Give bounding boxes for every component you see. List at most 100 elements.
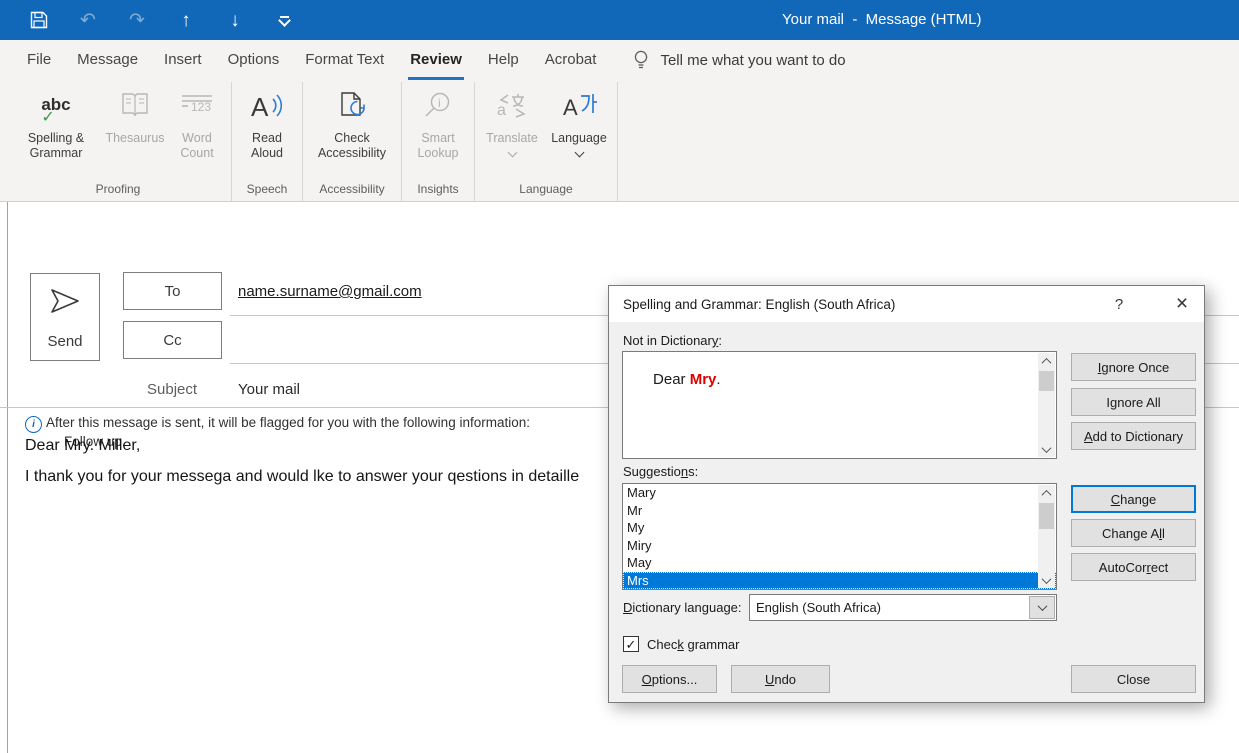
svg-text:A: A bbox=[563, 95, 578, 120]
check-accessibility-button[interactable]: Check Accessibility bbox=[307, 82, 397, 182]
save-button[interactable] bbox=[28, 9, 50, 31]
word-count-button[interactable]: 123 Word Count bbox=[167, 82, 227, 182]
scrollbar-thumb[interactable] bbox=[1039, 503, 1054, 529]
suggestions-label: Suggestions: bbox=[623, 464, 698, 479]
spelling-grammar-icon: abc ✓ bbox=[41, 89, 70, 131]
save-icon bbox=[29, 10, 49, 30]
scroll-down-button[interactable] bbox=[1038, 572, 1055, 588]
change-all-button[interactable]: Change All bbox=[1071, 519, 1196, 547]
scrollbar-thumb[interactable] bbox=[1039, 371, 1054, 391]
subject-label: Subject bbox=[147, 381, 197, 398]
label-text: Suggestio bbox=[623, 464, 681, 479]
button-text: AutoCor bbox=[1099, 560, 1147, 575]
options-button[interactable]: Options... bbox=[622, 665, 717, 693]
label-text: grammar bbox=[684, 637, 740, 652]
suggestion-item-selected[interactable]: Mrs bbox=[623, 572, 1056, 590]
sentence-text: Dear bbox=[653, 371, 690, 388]
ribbon-group-accessibility: Check Accessibility Accessibility bbox=[303, 82, 402, 201]
svg-text:123: 123 bbox=[191, 100, 211, 114]
button-label: Spelling & bbox=[28, 131, 84, 146]
tab-acrobat[interactable]: Acrobat bbox=[532, 40, 610, 80]
button-text: hange bbox=[1120, 492, 1156, 507]
customize-qat-button[interactable] bbox=[273, 9, 295, 31]
send-button[interactable]: Send bbox=[30, 273, 100, 361]
button-label: Read bbox=[252, 131, 282, 146]
dropdown-button[interactable] bbox=[1029, 596, 1055, 619]
button-text: ect bbox=[1151, 560, 1168, 575]
button-text: nore All bbox=[1117, 395, 1160, 410]
ignore-once-button[interactable]: Ignore Once bbox=[1071, 353, 1196, 381]
dialog-help-button[interactable]: ? bbox=[1104, 286, 1134, 322]
undo-button-dialog[interactable]: Undo bbox=[731, 665, 830, 693]
scroll-up-button[interactable] bbox=[1038, 485, 1055, 501]
suggestions-scrollbar[interactable] bbox=[1038, 485, 1055, 588]
close-button[interactable]: Close bbox=[1071, 665, 1196, 693]
chevron-down-icon bbox=[1042, 443, 1052, 453]
tell-me-box[interactable]: Tell me what you want to do bbox=[633, 49, 845, 71]
suggestion-item[interactable]: Mr bbox=[623, 502, 1056, 520]
thesaurus-button[interactable]: Thesaurus bbox=[103, 82, 167, 182]
tab-file[interactable]: File bbox=[14, 40, 64, 80]
subject-value[interactable]: Your mail bbox=[238, 381, 300, 398]
ignore-all-button[interactable]: Ignore All bbox=[1071, 388, 1196, 416]
ribbon-group-language: a Translate A Language Language bbox=[475, 82, 618, 201]
button-label: Grammar bbox=[30, 146, 83, 161]
button-label: Word bbox=[182, 131, 212, 146]
scroll-up-button[interactable] bbox=[1038, 353, 1055, 369]
label-text: Not in Dictionar bbox=[623, 333, 712, 348]
smart-lookup-icon: i bbox=[423, 89, 453, 131]
label-text: Chec bbox=[647, 637, 677, 652]
ribbon-group-speech: A Read Aloud Speech bbox=[232, 82, 303, 201]
ribbon-group-proofing: abc ✓ Spelling & Grammar Thesaurus 123 bbox=[5, 82, 232, 201]
dropdown-selected-value: English (South Africa) bbox=[756, 600, 881, 615]
undo-button[interactable]: ↶ bbox=[77, 9, 99, 31]
read-aloud-icon: A bbox=[249, 89, 285, 131]
tab-insert[interactable]: Insert bbox=[151, 40, 215, 80]
label-mnemonic: n bbox=[681, 464, 688, 479]
tab-review[interactable]: Review bbox=[397, 40, 475, 80]
read-aloud-button[interactable]: A Read Aloud bbox=[236, 82, 298, 182]
suggestions-listbox[interactable]: Mary Mr My Miry May Mrs bbox=[622, 483, 1057, 590]
button-text: l bbox=[1162, 526, 1165, 541]
dictionary-language-dropdown[interactable]: English (South Africa) bbox=[749, 594, 1057, 621]
close-icon: × bbox=[1176, 292, 1188, 316]
textbox-scrollbar[interactable] bbox=[1038, 353, 1055, 457]
add-to-dictionary-button[interactable]: Add to Dictionary bbox=[1071, 422, 1196, 450]
button-label: Thesaurus bbox=[105, 131, 164, 146]
label-mnemonic: D bbox=[623, 600, 632, 615]
tab-options[interactable]: Options bbox=[215, 40, 293, 80]
suggestion-item[interactable]: My bbox=[623, 519, 1056, 537]
suggestion-item[interactable]: Miry bbox=[623, 537, 1056, 555]
button-text: ndo bbox=[774, 672, 796, 687]
recipient-address[interactable]: name.surname@gmail.com bbox=[238, 283, 422, 300]
suggestion-item[interactable]: May bbox=[623, 554, 1056, 572]
suggestion-item[interactable]: Mary bbox=[623, 484, 1056, 502]
language-button[interactable]: A Language bbox=[545, 82, 613, 182]
check-grammar-checkbox[interactable]: ✓ bbox=[623, 636, 639, 652]
spelling-grammar-button[interactable]: abc ✓ Spelling & Grammar bbox=[9, 82, 103, 182]
button-text: ptions... bbox=[652, 672, 698, 687]
move-down-button[interactable]: ↓ bbox=[224, 9, 246, 31]
cc-button[interactable]: Cc bbox=[123, 321, 222, 359]
tab-message[interactable]: Message bbox=[64, 40, 151, 80]
tab-help[interactable]: Help bbox=[475, 40, 532, 80]
label-text: : bbox=[718, 333, 722, 348]
move-up-button[interactable]: ↑ bbox=[175, 9, 197, 31]
autocorrect-button[interactable]: AutoCorrect bbox=[1071, 553, 1196, 581]
thesaurus-book-icon bbox=[120, 89, 150, 131]
smart-lookup-button[interactable]: i Smart Lookup bbox=[406, 82, 470, 182]
dialog-close-button[interactable]: × bbox=[1160, 286, 1204, 322]
button-mnemonic: O bbox=[642, 672, 652, 687]
button-text: Change A bbox=[1102, 526, 1159, 541]
language-icon: A bbox=[561, 89, 597, 131]
redo-button[interactable]: ↷ bbox=[126, 9, 148, 31]
tab-format-text[interactable]: Format Text bbox=[292, 40, 397, 80]
chevron-down-icon bbox=[574, 148, 584, 158]
button-label: Language bbox=[551, 131, 607, 146]
translate-button[interactable]: a Translate bbox=[479, 82, 545, 182]
scroll-down-button[interactable] bbox=[1038, 441, 1055, 457]
change-button[interactable]: Change bbox=[1071, 485, 1196, 513]
not-in-dictionary-textbox[interactable]: Dear Mry. bbox=[622, 351, 1057, 459]
down-arrow-icon: ↓ bbox=[230, 11, 240, 30]
to-button[interactable]: To bbox=[123, 272, 222, 310]
